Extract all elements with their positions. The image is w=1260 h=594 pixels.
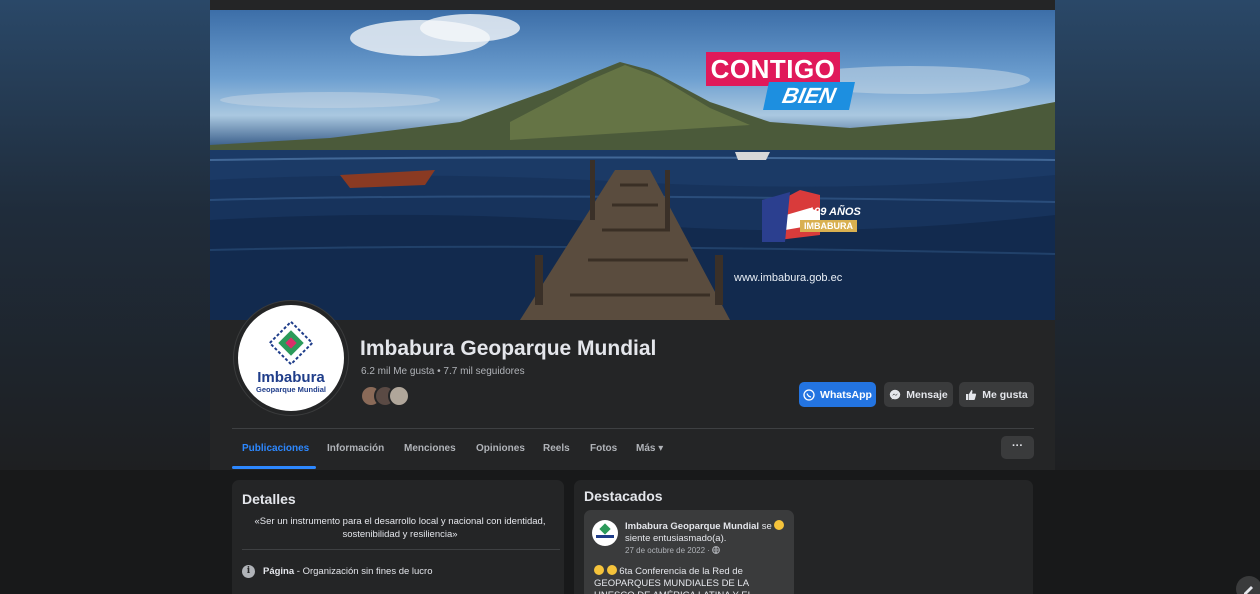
post-body-text: 6ta Conferencia de la Red de GEOPARQUES … bbox=[594, 566, 753, 594]
cover-backdrop-right bbox=[1055, 0, 1260, 470]
tab-menciones[interactable]: Menciones bbox=[404, 443, 456, 454]
message-button-label: Mensaje bbox=[906, 388, 948, 401]
tab-mas[interactable]: Más ▾ bbox=[636, 443, 663, 454]
cover-landscape bbox=[210, 14, 1055, 320]
cover-backdrop-left bbox=[0, 0, 210, 470]
featured-title: Destacados bbox=[584, 488, 663, 504]
details-divider bbox=[242, 549, 560, 550]
cover-url: www.imbabura.gob.ec bbox=[734, 272, 843, 284]
post-date-text: 27 de octubre de 2022 · bbox=[625, 546, 713, 555]
details-title: Detalles bbox=[242, 491, 296, 507]
like-button-label: Me gusta bbox=[982, 388, 1028, 401]
globe-icon bbox=[712, 546, 721, 555]
featured-card: Destacados Imbabura Geoparque Mundial se… bbox=[574, 480, 1033, 594]
more-options-button[interactable]: ··· bbox=[1001, 436, 1034, 459]
tab-fotos[interactable]: Fotos bbox=[590, 443, 617, 454]
message-button[interactable]: Mensaje bbox=[884, 382, 953, 407]
like-button[interactable]: Me gusta bbox=[959, 382, 1034, 407]
tab-informacion[interactable]: Información bbox=[327, 443, 384, 454]
messenger-icon bbox=[890, 389, 901, 400]
thumbs-up-icon bbox=[966, 389, 977, 400]
edit-icon bbox=[1244, 586, 1253, 594]
post-author-avatar[interactable] bbox=[592, 520, 618, 546]
details-description: «Ser un instrumento para el desarrollo l… bbox=[254, 516, 546, 540]
page-category-row: i Página - Organización sin fines de luc… bbox=[242, 565, 433, 578]
header-divider bbox=[232, 428, 1034, 429]
logo-word: Imbabura bbox=[257, 369, 325, 386]
post-author-suffix: se bbox=[759, 521, 772, 532]
imbabura-logo-icon bbox=[596, 523, 614, 538]
whatsapp-icon bbox=[803, 388, 815, 401]
whatsapp-button-label: WhatsApp bbox=[820, 388, 872, 401]
compose-message-button[interactable] bbox=[1236, 576, 1260, 594]
imbabura-logo-icon bbox=[268, 320, 314, 366]
cover-anniversary-label: IMBABURA bbox=[800, 220, 857, 232]
follower-avatar[interactable] bbox=[388, 385, 410, 407]
post-feeling: siente entusiasmado(a). bbox=[625, 533, 727, 544]
featured-post[interactable]: Imbabura Geoparque Mundial se siente ent… bbox=[584, 510, 794, 594]
tab-opiniones[interactable]: Opiniones bbox=[476, 443, 525, 454]
cover-photo[interactable]: CONTIGO BIEN 199 AÑOS IMBABURA www.imbab… bbox=[210, 10, 1055, 320]
smile-emoji-icon bbox=[594, 565, 604, 575]
cover-anniversary-number: 199 AÑOS bbox=[808, 206, 861, 218]
post-header: Imbabura Geoparque Mundial se siente ent… bbox=[625, 520, 790, 545]
cover-headline-contigo: CONTIGO bbox=[706, 52, 840, 86]
category-value: - Organización sin fines de lucro bbox=[294, 566, 433, 577]
post-body: 6ta Conferencia de la Red de GEOPARQUES … bbox=[594, 565, 784, 594]
smile-emoji-icon bbox=[606, 565, 617, 575]
page-stats[interactable]: 6.2 mil Me gusta • 7.7 mil seguidores bbox=[361, 366, 525, 377]
whatsapp-button[interactable]: WhatsApp bbox=[799, 382, 876, 407]
post-author[interactable]: Imbabura Geoparque Mundial bbox=[625, 521, 759, 532]
page-title: Imbabura Geoparque Mundial bbox=[360, 337, 657, 360]
tab-reels[interactable]: Reels bbox=[543, 443, 570, 454]
cover-headline-bien: BIEN bbox=[763, 82, 855, 110]
active-tab-indicator bbox=[232, 466, 316, 469]
tab-publicaciones[interactable]: Publicaciones bbox=[242, 443, 309, 454]
category-label: Página bbox=[263, 566, 295, 577]
follower-avatars[interactable] bbox=[360, 385, 424, 407]
info-icon: i bbox=[242, 565, 255, 578]
details-card: Detalles «Ser un instrumento para el des… bbox=[232, 480, 564, 594]
page-avatar[interactable]: Imbabura Geoparque Mundial bbox=[234, 301, 348, 415]
post-date[interactable]: 27 de octubre de 2022 · bbox=[625, 546, 721, 555]
logo-subtitle: Geoparque Mundial bbox=[255, 385, 326, 394]
smile-emoji-icon bbox=[774, 520, 785, 530]
